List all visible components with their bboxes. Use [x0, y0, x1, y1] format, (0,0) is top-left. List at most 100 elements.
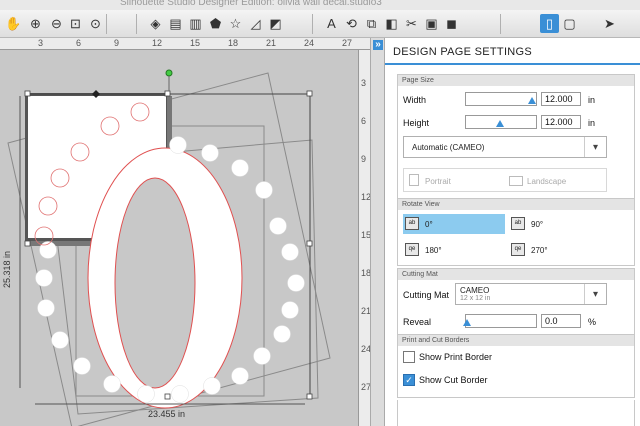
zoom-fit-icon[interactable]: ⊡ — [66, 14, 85, 33]
decal-dot — [269, 217, 287, 235]
portrait-label[interactable]: Portrait — [425, 177, 451, 186]
height-field[interactable]: 12.000 — [541, 115, 581, 129]
width-field[interactable]: 12.000 — [541, 92, 581, 106]
fill-icon[interactable]: ◈ — [146, 14, 165, 33]
decal-dot — [51, 331, 69, 349]
ruler-tick-label: 21 — [266, 38, 277, 48]
ruler-tick-label: 15 — [361, 230, 370, 240]
cut-settings-icon[interactable]: ▢ — [560, 14, 579, 33]
collapse-arrow-icon[interactable]: » — [373, 40, 383, 50]
panel-collapse-strip[interactable]: » — [370, 38, 384, 426]
cutting-mat-header: Cutting Mat — [398, 269, 634, 280]
rotate-180-option[interactable]: qe 180° — [403, 240, 505, 260]
text-icon[interactable]: A — [322, 14, 341, 33]
reveal-label: Reveal — [403, 317, 432, 327]
trace-icon[interactable]: ◧ — [382, 14, 401, 33]
decal-dot — [137, 385, 155, 403]
decal-dot — [169, 136, 187, 154]
rotate-270-option[interactable]: qe 270° — [509, 240, 605, 260]
design-canvas[interactable]: 23.455 in 25.318 in 3 6 9 12 15 18 21 24 27 3 6 9 1… — [0, 38, 370, 426]
ruler-tick-label: 27 — [342, 38, 353, 48]
show-print-border-label[interactable]: Show Print Border — [419, 352, 492, 362]
rotate-0-option[interactable]: ab 0° — [403, 214, 505, 234]
reveal-slider[interactable] — [463, 314, 537, 328]
cutting-mat-value: CAMEO — [460, 286, 490, 295]
show-cut-border-label[interactable]: Show Cut Border — [419, 375, 488, 385]
handle-top-mid — [164, 90, 171, 97]
reveal-slider-thumb[interactable] — [463, 319, 471, 326]
ruler-tick-label: 3 — [361, 78, 367, 88]
ruler-tick-label: 15 — [190, 38, 201, 48]
ruler-tick-label: 3 — [38, 38, 44, 48]
page-size-preset-dropdown[interactable]: Automatic (CAMEO) ▾ — [403, 136, 607, 158]
gradient-icon[interactable]: ▥ — [186, 14, 205, 33]
line-color-icon[interactable]: ▤ — [166, 14, 185, 33]
send-icon[interactable]: ➤ — [600, 14, 619, 33]
replicate-icon[interactable]: ⧉ — [362, 14, 381, 33]
store-icon[interactable]: ◼ — [442, 14, 461, 33]
page-size-preset-value: Automatic (CAMEO) — [412, 143, 485, 152]
portrait-icon[interactable] — [409, 174, 419, 186]
panel-title-underline — [385, 63, 640, 65]
landscape-icon[interactable] — [509, 176, 523, 186]
ruler-tick-label: 24 — [304, 38, 315, 48]
ruler-tick-label: 12 — [152, 38, 163, 48]
ruler-tick-label: 24 — [361, 344, 370, 354]
decal-dot — [37, 299, 55, 317]
design-page-settings-panel: DESIGN PAGE SETTINGS Page Size Width 12.… — [384, 38, 640, 426]
ruler-tick-label: 27 — [361, 382, 370, 392]
rotate-0-icon: ab — [405, 217, 419, 230]
toolbar-separator — [500, 14, 501, 34]
height-dimension-label: 25.318 in — [2, 251, 12, 288]
rotate-180-icon: qe — [405, 243, 419, 256]
star-icon[interactable]: ☆ — [226, 14, 245, 33]
ruler-tick-label: 12 — [361, 192, 370, 202]
library-icon[interactable]: ▣ — [422, 14, 441, 33]
rotate-270-icon: qe — [511, 243, 525, 256]
zoom-in-icon[interactable]: ⊕ — [26, 14, 45, 33]
zoom-out-icon[interactable]: ⊖ — [47, 14, 66, 33]
knife-icon[interactable]: ✂ — [402, 14, 421, 33]
pentagon-icon[interactable]: ⬟ — [206, 14, 225, 33]
decal-dot — [281, 243, 299, 261]
offset-icon[interactable]: ◩ — [266, 14, 285, 33]
ruler-tick-label: 18 — [361, 268, 370, 278]
reveal-field[interactable]: 0.0 — [541, 314, 581, 328]
handle-top-right — [306, 90, 313, 97]
decal-dot — [103, 375, 121, 393]
cutting-mat-dropdown[interactable]: CAMEO 12 x 12 in ▾ — [455, 283, 607, 305]
width-dimension-label: 23.455 in — [148, 409, 185, 419]
cutting-mat-label: Cutting Mat — [403, 290, 450, 300]
decal-dot — [273, 325, 291, 343]
chevron-down-icon[interactable]: ▾ — [584, 284, 606, 304]
handle-bottom-right — [306, 393, 313, 400]
rotate-view-header: Rotate View — [398, 199, 634, 210]
cutting-mat-size: 12 x 12 in — [460, 295, 491, 302]
handle-bottom-mid — [164, 393, 171, 400]
page-settings-icon[interactable]: ▯ — [540, 14, 559, 33]
show-print-border-checkbox[interactable] — [403, 351, 415, 363]
decal-dot — [231, 367, 249, 385]
shape-edit-icon[interactable]: ◿ — [246, 14, 265, 33]
show-cut-border-checkbox[interactable]: ✓ — [403, 374, 415, 386]
height-slider-thumb[interactable] — [496, 120, 504, 127]
reveal-unit: % — [588, 317, 597, 327]
chevron-down-icon[interactable]: ▾ — [584, 137, 606, 157]
zoom-drag-icon[interactable]: ⊙ — [86, 14, 105, 33]
height-slider[interactable] — [465, 115, 537, 129]
width-slider-thumb[interactable] — [528, 97, 536, 104]
decal-dot — [231, 159, 249, 177]
width-slider[interactable] — [465, 92, 537, 106]
rotate-90-option[interactable]: ab 90° — [509, 214, 605, 234]
print-cut-borders-section: Print and Cut Borders — [397, 334, 635, 398]
decal-dot — [287, 274, 305, 292]
hand-icon[interactable]: ✋ — [4, 14, 23, 33]
workspace-drawing: 23.455 in 25.318 in — [2, 69, 331, 426]
landscape-label[interactable]: Landscape — [527, 177, 566, 186]
ruler-tick-label: 6 — [361, 116, 367, 126]
width-label: Width — [403, 95, 427, 105]
decal-dot — [171, 385, 189, 403]
decal-dot — [253, 347, 271, 365]
transform-icon[interactable]: ⟲ — [342, 14, 361, 33]
page-size-header: Page Size — [398, 75, 634, 86]
